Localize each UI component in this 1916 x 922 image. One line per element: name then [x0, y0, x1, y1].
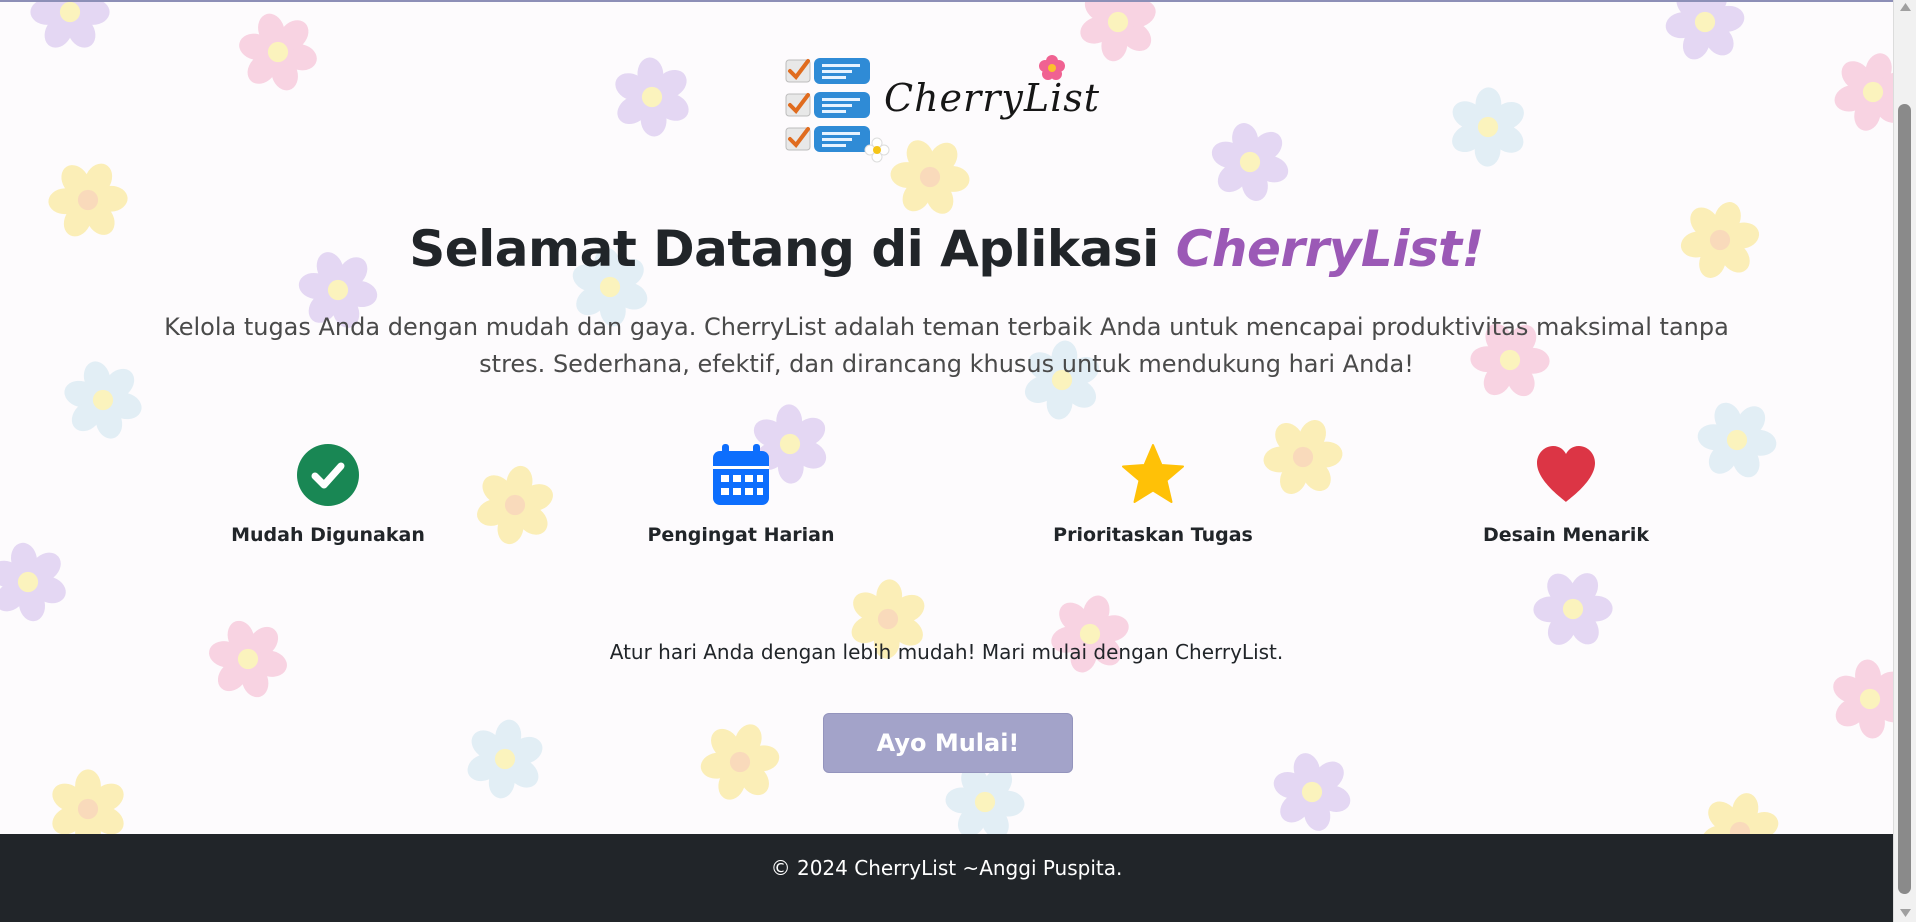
calendar-icon — [713, 444, 769, 505]
vertical-scrollbar[interactable] — [1893, 0, 1916, 922]
scroll-down-arrow-icon[interactable] — [1899, 908, 1912, 918]
feature-label: Prioritaskan Tugas — [1053, 524, 1253, 546]
check-circle-icon — [297, 444, 359, 506]
feature-attractive-design: Desain Menarik — [1396, 442, 1736, 546]
heart-icon — [1537, 446, 1595, 502]
feature-easy-to-use: Mudah Digunakan — [158, 442, 498, 546]
star-icon — [1122, 444, 1184, 503]
title-prefix: Selamat Datang di Aplikasi — [409, 220, 1159, 278]
get-started-button[interactable]: Ayo Mulai! — [823, 713, 1073, 773]
page: CherryList Selamat Datang di Aplikasi Ch… — [0, 0, 1893, 922]
logo-wordmark: CherryList — [884, 76, 1100, 120]
scrollbar-thumb[interactable] — [1898, 104, 1911, 894]
footer-copyright: © 2024 CherryList ~Anggi Puspita. — [770, 856, 1123, 880]
feature-label: Pengingat Harian — [647, 524, 835, 546]
page-title: Selamat Datang di Aplikasi CherryList! — [0, 220, 1893, 278]
feature-prioritize-tasks: Prioritaskan Tugas — [983, 442, 1323, 546]
feature-daily-reminder: Pengingat Harian — [571, 442, 911, 546]
footer: © 2024 CherryList ~Anggi Puspita. — [0, 834, 1893, 922]
hero-section: CherryList Selamat Datang di Aplikasi Ch… — [0, 2, 1893, 834]
feature-label: Desain Menarik — [1482, 524, 1650, 546]
page-subtitle: Kelola tugas Anda dengan mudah dan gaya.… — [164, 313, 1729, 378]
scroll-up-arrow-icon[interactable] — [1899, 2, 1912, 12]
title-accent: CherryList! — [1175, 220, 1485, 278]
feature-label: Mudah Digunakan — [231, 524, 425, 546]
cta-text: Atur hari Anda dengan lebih mudah! Mari … — [609, 640, 1284, 664]
